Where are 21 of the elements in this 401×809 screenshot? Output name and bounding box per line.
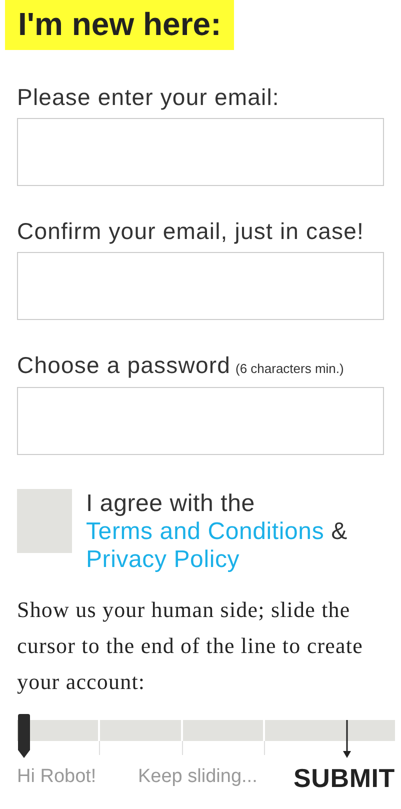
tick-mark: [264, 740, 265, 754]
field-label: Choose a password: [17, 352, 230, 378]
slider-goal-label: SUBMIT: [294, 765, 395, 791]
input-field[interactable]: [17, 252, 384, 320]
tick-mark: [99, 740, 100, 754]
heading: I'm new here:: [5, 0, 234, 50]
arrow-icon: [342, 720, 352, 758]
agreement-link[interactable]: Privacy Policy: [86, 546, 240, 572]
tick-mark: [182, 740, 183, 754]
input-field[interactable]: [17, 118, 384, 186]
field-label: Confirm your email, just in case!: [17, 218, 364, 244]
checkbox[interactable]: [17, 488, 72, 552]
agreement-text: I agree with the Terms and Conditions & Privacy Policy: [86, 488, 348, 574]
field-label: Please enter your email:: [17, 84, 280, 110]
instructions: Show us your human side; slide the cursor to the end of the line to create your account:: [17, 596, 364, 696]
agreement-link[interactable]: Terms and Conditions: [86, 518, 324, 544]
field-hint: (6 characters min.): [235, 360, 344, 378]
slider-step-label: Keep sliding...: [138, 764, 258, 788]
slider-step-label: Hi Robot!: [17, 764, 98, 788]
slider-thumb[interactable]: [17, 714, 31, 758]
input-field[interactable]: [17, 386, 384, 454]
